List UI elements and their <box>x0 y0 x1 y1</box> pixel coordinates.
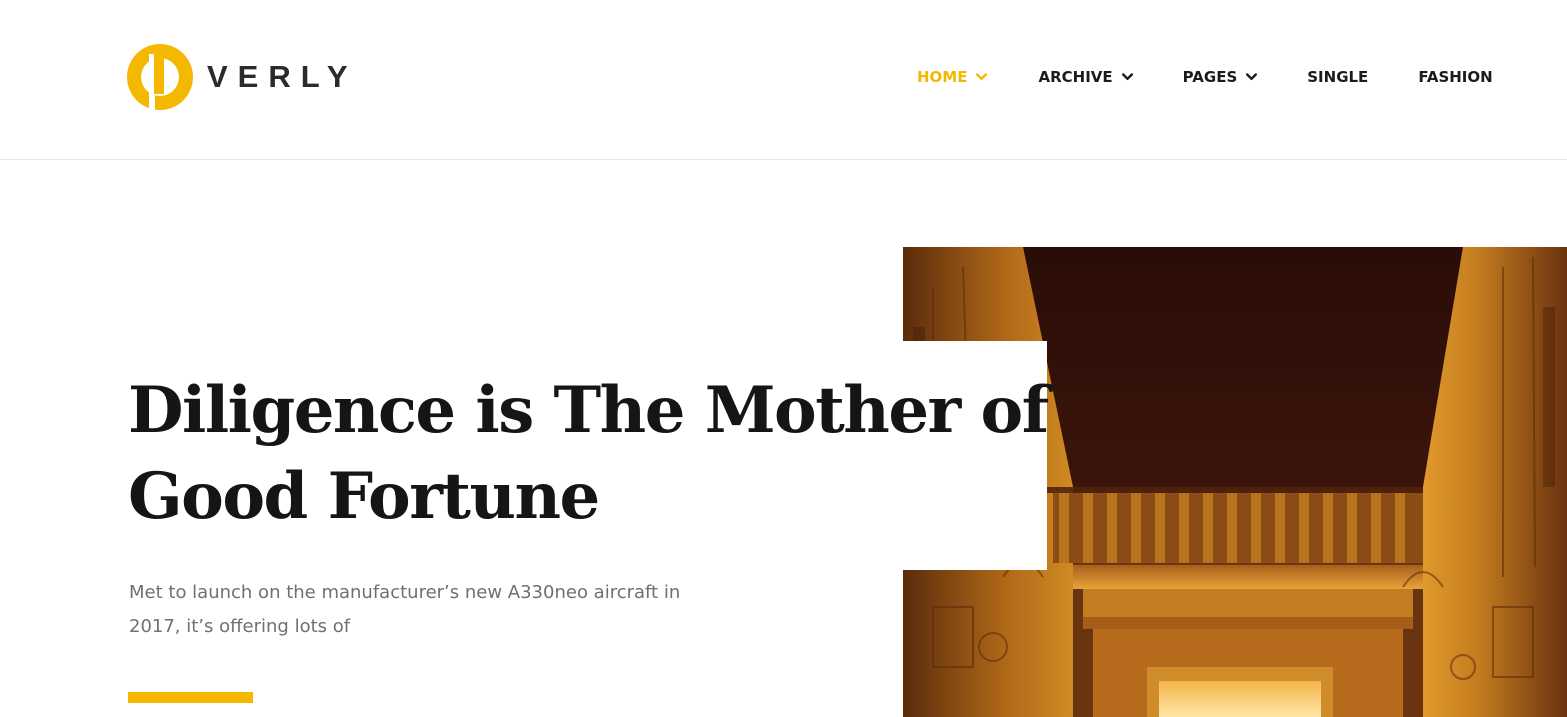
page: VERLY HOME ARCHIVE PAGES SINGLE FASHION … <box>0 0 1567 717</box>
site-header: VERLY HOME ARCHIVE PAGES SINGLE FASHION <box>0 0 1567 160</box>
hero-title-line-1: Diligence is The Mother of <box>128 373 1049 448</box>
chevron-down-icon <box>1246 73 1258 81</box>
site-logo[interactable]: VERLY <box>127 44 358 110</box>
nav-item-fashion[interactable]: FASHION <box>1418 66 1492 88</box>
nav-item-label: ARCHIVE <box>1038 68 1113 86</box>
main-nav: HOME ARCHIVE PAGES SINGLE FASHION <box>917 66 1543 88</box>
logo-mark-icon <box>127 44 193 110</box>
nav-item-label: PAGES <box>1182 68 1238 86</box>
nav-item-single[interactable]: SINGLE <box>1307 66 1368 88</box>
nav-item-label: FASHION <box>1418 68 1493 86</box>
hero-accent-bar <box>128 692 253 703</box>
nav-item-archive[interactable]: ARCHIVE <box>1038 66 1133 88</box>
nav-item-home[interactable]: HOME <box>917 66 988 88</box>
nav-item-pages[interactable]: PAGES <box>1183 66 1258 88</box>
hero-excerpt: Met to launch on the manufacturer’s new … <box>129 576 739 644</box>
nav-item-label: HOME <box>917 68 968 86</box>
logo-wordmark: VERLY <box>207 59 358 94</box>
hero-excerpt-line-1: Met to launch on the manufacturer’s new … <box>129 582 681 603</box>
nav-item-label: SINGLE <box>1307 68 1369 86</box>
hero-excerpt-line-2: 2017, it’s offering lots of <box>129 616 351 637</box>
hero-title-line-2: Good Fortune <box>128 459 600 534</box>
chevron-down-icon <box>976 73 988 81</box>
chevron-down-icon <box>1121 73 1133 81</box>
hero-title[interactable]: Diligence is The Mother of Good Fortune <box>128 368 1049 540</box>
